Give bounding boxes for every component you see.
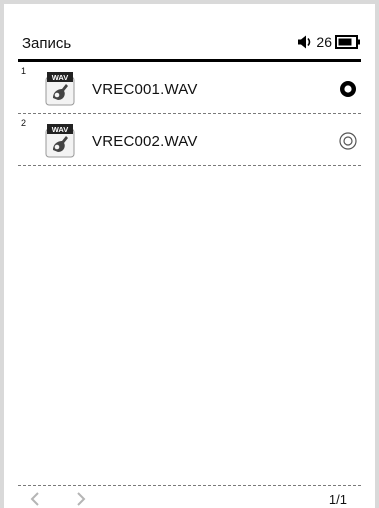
chevron-right-icon[interactable] [74, 491, 88, 507]
row-index: 1 [21, 66, 27, 76]
wav-badge: WAV [52, 125, 69, 134]
list-item[interactable]: 1 WAV VREC001.WAV [18, 62, 361, 114]
battery-icon [335, 35, 360, 49]
status-area: 26 [297, 34, 361, 50]
footer-divider [18, 485, 361, 486]
radio-selected-icon[interactable] [339, 80, 357, 98]
radio-unselected-icon[interactable] [339, 132, 357, 150]
volume-level: 26 [316, 34, 332, 50]
row-index: 2 [21, 118, 27, 128]
file-name: VREC002.WAV [92, 133, 198, 150]
speaker-icon [298, 35, 311, 49]
wav-file-icon: WAV [45, 124, 75, 158]
wav-file-icon: WAV [45, 72, 75, 106]
footer-bar: 1/1 [18, 488, 361, 508]
wav-badge: WAV [52, 73, 69, 82]
file-name: VREC001.WAV [92, 81, 198, 98]
file-list: 1 WAV VREC001.WAV 2 WAV VREC002.WAV [18, 62, 361, 166]
page-title: Запись [22, 35, 72, 52]
chevron-left-icon[interactable] [28, 491, 42, 507]
recorder-screen: Запись 26 1 WAV VREC001.WAV 2 WAV VREC00… [0, 0, 379, 508]
header-bar: Запись 26 [18, 30, 361, 60]
page-indicator: 1/1 [328, 492, 347, 507]
list-item[interactable]: 2 WAV VREC002.WAV [18, 114, 361, 166]
